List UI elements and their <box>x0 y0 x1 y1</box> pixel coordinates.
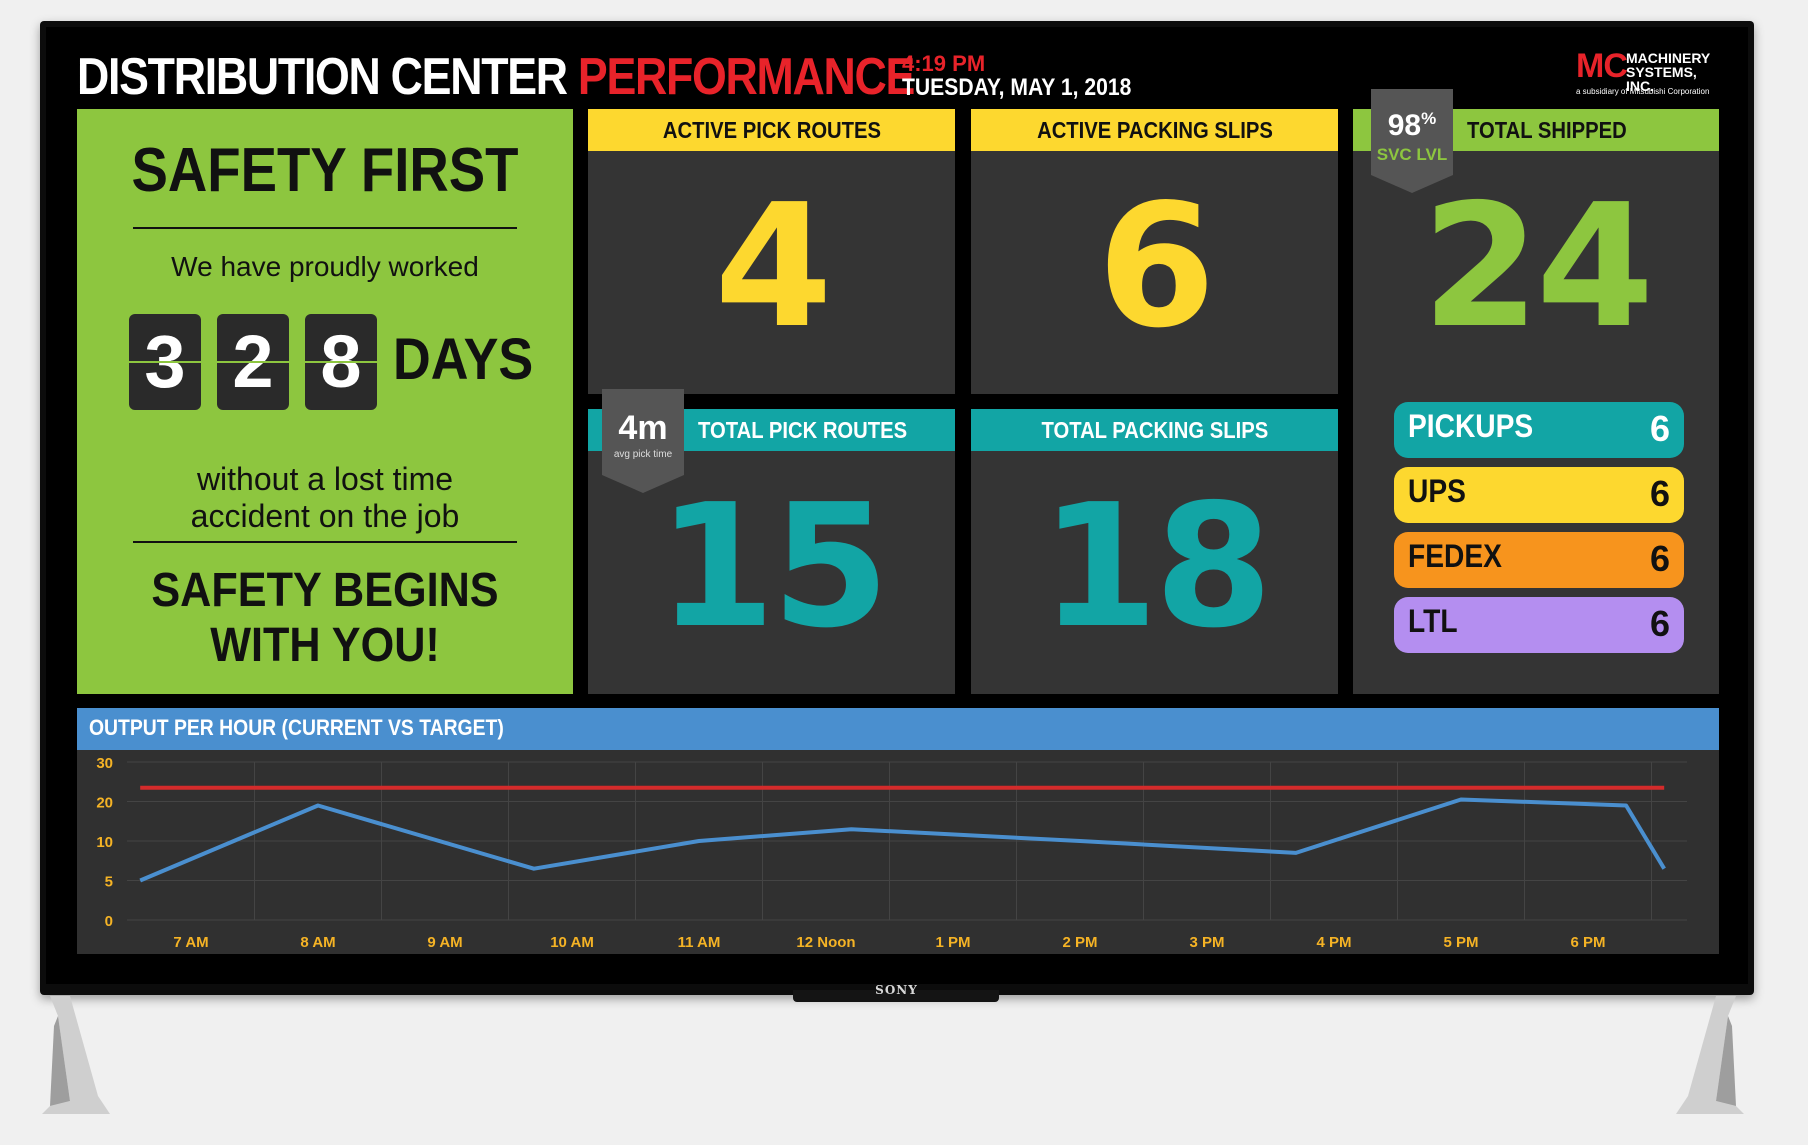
total-pick-routes-value: 15 <box>657 468 890 666</box>
carrier-count: 6 <box>1649 538 1670 579</box>
carrier-ltl: LTL 6 <box>1394 597 1684 653</box>
x-tick-label: 11 AM <box>678 934 721 951</box>
title-part-2: PERFORMANCE <box>577 48 915 106</box>
y-tick-label: 0 <box>105 913 113 930</box>
series-line-current <box>139 797 1666 883</box>
x-tick-label: 5 PM <box>1443 934 1478 951</box>
carrier-count: 6 <box>1649 603 1670 644</box>
total-packing-slips-value: 18 <box>1040 468 1273 666</box>
day-digit: 8 <box>305 314 377 410</box>
safety-heading: SAFETY FIRST <box>131 136 519 205</box>
total-shipped-value: 24 <box>1421 168 1655 366</box>
safety-statement-line2: accident on the job <box>190 498 460 534</box>
safety-slogan: SAFETY BEGINS WITH YOU! <box>102 563 548 673</box>
panel-label: TOTAL PICK ROUTES <box>698 417 908 443</box>
panel-header: TOTAL PACKING SLIPS <box>971 409 1338 451</box>
service-level-value: 98% <box>1387 109 1437 142</box>
avg-pick-time-value: 4m <box>618 409 668 447</box>
current-date: TUESDAY, MAY 1, 2018 <box>902 74 1132 101</box>
panel-label: ACTIVE PACKING SLIPS <box>1036 117 1273 143</box>
tv-stand-left <box>42 996 110 1114</box>
days-label: DAYS <box>393 327 534 392</box>
panel-label: TOTAL SHIPPED <box>1467 117 1627 143</box>
logo-name-line1: MACHINERY <box>1626 50 1711 66</box>
day-digit: 3 <box>129 314 201 410</box>
active-packing-slips-value: 6 <box>1097 168 1215 366</box>
x-tick-label: 7 AM <box>173 934 208 951</box>
x-tick-label: 6 PM <box>1570 934 1605 951</box>
carrier-name: FEDEX <box>1408 538 1502 574</box>
x-tick-label: 1 PM <box>935 934 970 951</box>
safety-slogan-line1: SAFETY BEGINS <box>151 564 499 617</box>
carrier-ups: UPS 6 <box>1394 467 1684 523</box>
title-part-1: DISTRIBUTION CENTER <box>77 48 568 106</box>
dashboard-screen: DISTRIBUTION CENTER PERFORMANCE 4:19 PM … <box>46 27 1748 984</box>
carrier-count: 6 <box>1649 473 1670 514</box>
logo-mark: MC <box>1576 47 1628 85</box>
x-tick-label: 4 PM <box>1316 934 1351 951</box>
days-counter: 3 2 8 DAYS <box>129 314 549 414</box>
y-tick-label: 5 <box>105 874 113 891</box>
y-tick-label: 20 <box>96 795 113 812</box>
carrier-name: LTL <box>1408 603 1458 639</box>
chart-plot: 0 5 10 20 30 7 AM 8 AM 9 AM 10 AM 11 AM 12 Noon 1 P… <box>96 755 1687 951</box>
panel-header: ACTIVE PACKING SLIPS <box>971 109 1338 151</box>
active-packing-slips-panel: ACTIVE PACKING SLIPS 6 <box>971 109 1338 394</box>
avg-pick-time-label: avg pick time <box>613 449 673 460</box>
tv-stand-right <box>1676 996 1744 1114</box>
avg-pick-time-badge: 4m avg pick time <box>602 389 684 493</box>
x-tick-label: 8 AM <box>300 934 335 951</box>
carrier-name: PICKUPS <box>1408 408 1534 444</box>
divider <box>133 227 517 229</box>
company-logo: MC MACHINERY SYSTEMS, INC. a subsidiary … <box>1576 47 1726 103</box>
day-digit: 2 <box>217 314 289 410</box>
safety-panel: SAFETY FIRST We have proudly worked 3 2 … <box>77 109 573 694</box>
service-level-badge: 98% SVC LVL <box>1371 89 1453 193</box>
service-level-label: SVC LVL <box>1376 145 1448 164</box>
active-pick-routes-value: 4 <box>714 168 832 366</box>
logo-subtitle: a subsidiary of Mitsubishi Corporation <box>1576 87 1710 96</box>
page-title: DISTRIBUTION CENTER PERFORMANCE <box>77 47 915 107</box>
safety-slogan-line2: WITH YOU! <box>210 619 440 672</box>
total-shipped-panel: TOTAL SHIPPED 24 PICKUPS 6 UPS 6 FEDEX 6… <box>1353 109 1719 694</box>
carrier-name: UPS <box>1408 473 1466 509</box>
divider <box>133 541 517 543</box>
tv-brand-label: SONY <box>875 983 918 997</box>
x-tick-label: 10 AM <box>550 934 594 951</box>
safety-statement-line1: without a lost time <box>196 461 454 497</box>
carrier-pickups: PICKUPS 6 <box>1394 402 1684 458</box>
output-per-hour-chart: OUTPUT PER HOUR (CURRENT VS TARGET) 0 5 10… <box>77 708 1719 954</box>
total-packing-slips-panel: TOTAL PACKING SLIPS 18 <box>971 409 1338 694</box>
x-tick-label: 3 PM <box>1189 934 1224 951</box>
carrier-count: 6 <box>1649 408 1670 449</box>
y-tick-label: 10 <box>96 834 113 851</box>
panel-label: ACTIVE PICK ROUTES <box>662 117 881 143</box>
x-tick-label: 9 AM <box>427 934 462 951</box>
active-pick-routes-panel: ACTIVE PICK ROUTES 4 <box>588 109 955 394</box>
x-tick-label: 2 PM <box>1062 934 1097 951</box>
panel-label: TOTAL PACKING SLIPS <box>1041 417 1268 443</box>
safety-statement: without a lost time accident on the job <box>77 461 573 535</box>
x-tick-label: 12 Noon <box>796 934 855 951</box>
carrier-fedex: FEDEX 6 <box>1394 532 1684 588</box>
y-tick-label: 30 <box>96 755 113 772</box>
panel-header: ACTIVE PICK ROUTES <box>588 109 955 151</box>
safety-intro: We have proudly worked <box>171 251 479 282</box>
